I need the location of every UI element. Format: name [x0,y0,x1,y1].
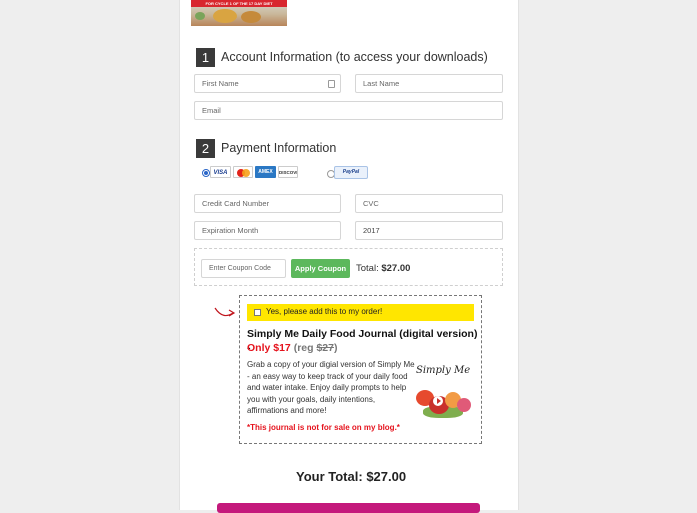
order-bump-checkbox-label[interactable]: Yes, please add this to my order! [266,307,382,316]
coupon-code-placeholder: Enter Coupon Code [209,265,271,272]
visa-logo-icon: VISA [210,166,231,178]
offer-regular-price: $27 [316,342,334,354]
your-total-label: Your Total: [296,469,363,484]
cvc-field[interactable]: CVC [355,194,503,213]
expiration-month-placeholder: Expiration Month [202,226,259,235]
section-title-account: Account Information (to access your down… [221,50,488,64]
expiration-year-value: 2017 [363,226,380,235]
section-number-payment: 2 [196,139,215,158]
journal-product-image: Simply Me [413,362,473,419]
mastercard-logo-icon [233,166,253,178]
play-icon [433,396,443,406]
card-number-field[interactable]: Credit Card Number [194,194,341,213]
banner-caption: FOR CYCLE 1 OF THE 17 DAY DIET [191,0,287,7]
expiration-month-select[interactable]: Expiration Month [194,221,341,240]
offer-reg-open: (reg [293,342,317,354]
offer-sale-price: Only $17 [247,342,291,354]
last-name-placeholder: Last Name [363,79,400,88]
first-name-field[interactable]: First Name [194,74,341,93]
journal-image-title: Simply Me [416,365,471,376]
coupon-total: Total: $27.00 [356,263,410,274]
section-title-payment: Payment Information [221,141,337,155]
banner-food-item [213,9,237,23]
complete-order-button[interactable] [217,503,480,513]
total-label: Total: [356,263,379,274]
apply-coupon-button[interactable]: Apply Coupon [291,259,350,278]
product-banner-image: FOR CYCLE 1 OF THE 17 DAY DIET [191,0,287,26]
paypal-logo-icon: PayPal [334,166,368,179]
expiration-year-select[interactable]: 2017 [355,221,503,240]
cvc-placeholder: CVC [363,199,379,208]
total-value: $27.00 [381,263,411,274]
your-total-value: $27.00 [366,469,407,484]
email-field[interactable]: Email [194,101,503,120]
order-bump-checkbox[interactable] [254,309,261,316]
offer-reg-close: ) [334,342,338,354]
card-payment-radio[interactable] [202,169,210,177]
offer-price: Only $17 (reg $27) [247,341,338,355]
your-total: Your Total: $27.00 [296,469,406,484]
discover-logo-icon: DISCOVER [278,166,298,178]
curved-arrow-icon [214,307,236,317]
amex-logo-icon: AMEX [255,166,276,178]
first-name-placeholder: First Name [202,79,239,88]
autofill-contact-icon[interactable] [328,80,335,88]
offer-note: *This journal is not for sale on my blog… [247,423,400,432]
banner-food-garnish [195,12,205,20]
card-number-placeholder: Credit Card Number [202,199,270,208]
section-number-account: 1 [196,48,215,67]
coupon-code-input[interactable]: Enter Coupon Code [201,259,286,278]
banner-food-item [241,11,261,23]
email-placeholder: Email [202,106,221,115]
last-name-field[interactable]: Last Name [355,74,503,93]
offer-description: Grab a copy of your digial version of Si… [247,360,415,415]
